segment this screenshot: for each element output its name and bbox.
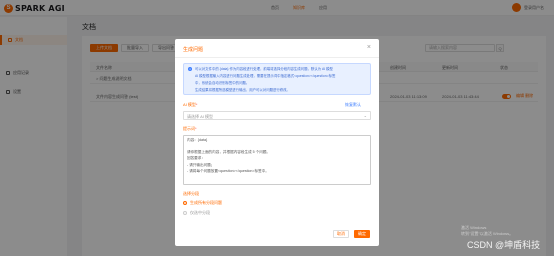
prompt-line: 内容：{data} <box>187 138 208 142</box>
prompt-label: 提示词* <box>183 126 197 131</box>
generate-questions-modal: 生成问题 × i 可以对文件中的 {data} 作为内容段进行处理，前端将选择分… <box>175 39 379 246</box>
info-text: 可以对文件中的 {data} 作为内容段进行处理，前端将选择分段内容生成问题，默… <box>195 67 333 71</box>
radio-label: 仅选中分段 <box>190 210 210 215</box>
close-icon[interactable]: × <box>367 44 371 51</box>
radio-checked-icon <box>183 201 187 205</box>
cancel-button[interactable]: 取消 <box>333 230 349 238</box>
info-icon: i <box>188 67 192 71</box>
radio-all-segments[interactable]: 生成所有分段问题 <box>183 200 222 206</box>
radio-unchecked-icon <box>183 211 187 215</box>
segment-label: 选择分段 <box>183 191 199 196</box>
model-select-placeholder: 请选择 AI 模型 <box>187 114 214 119</box>
model-label: AI 模型* <box>183 102 198 107</box>
radio-selected-segments[interactable]: 仅选中分段 <box>183 210 210 216</box>
prompt-line: 回答要求： <box>187 156 205 160</box>
info-text: 中，系统会自动识别标签中的问题。 <box>195 81 250 85</box>
windows-activation-notice: 激活 Windows 转到"设置"以激活 Windows。 <box>461 225 513 237</box>
info-alert: i 可以对文件中的 {data} 作为内容段进行处理，前端将选择分段内容生成问题… <box>183 63 371 95</box>
info-text: AI 模型根据输入内容进行问题生成处理，需要在提示词中指定格式<question… <box>195 74 336 78</box>
model-label-text: AI 模型 <box>183 102 196 107</box>
model-select[interactable]: 请选择 AI 模型 ⌄ <box>183 111 371 120</box>
chevron-down-icon: ⌄ <box>363 113 367 118</box>
prompt-line: 请你根据上面的内容，并根据内容段生成 5 个问题。 <box>187 150 271 154</box>
prompt-line: - 请只输出问题； <box>187 163 215 167</box>
radio-label: 生成所有分段问题 <box>190 200 222 205</box>
confirm-button[interactable]: 确定 <box>354 230 370 238</box>
modal-title: 生成问题 <box>183 47 204 53</box>
divider <box>175 57 379 58</box>
prompt-label-text: 提示词 <box>183 126 195 131</box>
watermark: CSDN @坤盾科技 <box>467 240 541 250</box>
prompt-line: - 请将每个问题放置<question></question>标签中。 <box>187 169 269 173</box>
windows-activation-text: 转到"设置"以激活 Windows。 <box>461 231 514 236</box>
info-text: 生成结果将根据所选模型进行输出，用户可以对问题进行修改。 <box>195 88 290 92</box>
reset-default-link[interactable]: 恢复默认 <box>345 102 361 108</box>
prompt-textarea[interactable]: 内容：{data} 请你根据上面的内容，并根据内容段生成 5 个问题。 回答要求… <box>183 135 371 185</box>
